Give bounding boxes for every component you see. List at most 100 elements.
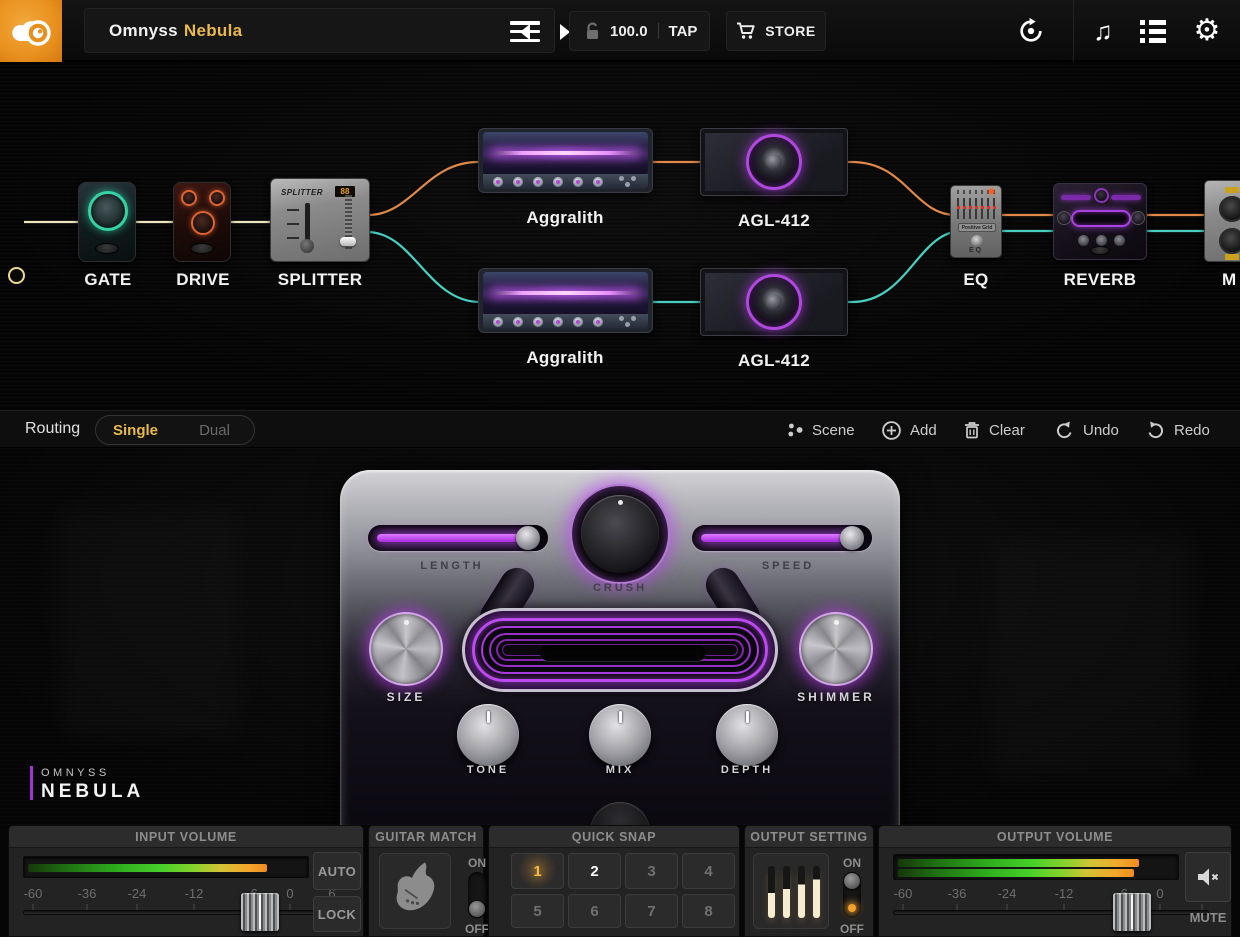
mute-label: MUTE (1190, 910, 1227, 925)
input-volume-slider[interactable] (23, 910, 339, 915)
scale-tick: -24 (128, 886, 147, 901)
output-volume-panel: OUTPUT VOLUME -60 -36 -24 -12 -6 0 6 (878, 825, 1232, 937)
pedal-editor: LENGTH CRUSH SPEED SIZE SH (0, 448, 1240, 825)
history-restore-button[interactable] (1008, 0, 1054, 62)
cloud-logo-icon (10, 13, 52, 49)
snap-button-6[interactable]: 6 (568, 894, 621, 928)
output-level-fill-left (898, 859, 1139, 867)
store-button[interactable]: STORE (726, 11, 826, 51)
preset-title: OmnyssNebula (109, 21, 242, 41)
output-setting-button[interactable] (753, 853, 829, 929)
scene-label: Scene (812, 422, 855, 439)
output-setting-led (848, 904, 856, 912)
add-button[interactable]: Add (882, 411, 937, 449)
signal-chain-canvas[interactable]: GATE DRIVE SPLITTER 88 SPLITTER (0, 62, 1240, 410)
snap-button-4[interactable]: 4 (682, 853, 735, 889)
speed-slider-handle[interactable] (840, 526, 864, 550)
scale-tick: 0 (286, 886, 293, 901)
amp-top[interactable] (478, 128, 653, 193)
clear-label: Clear (989, 422, 1025, 439)
snap-button-5[interactable]: 5 (511, 894, 564, 928)
drive-knob (181, 190, 197, 206)
tone-knob[interactable] (457, 704, 519, 766)
reverb-footswitch (1090, 246, 1110, 255)
guitar-match-button[interactable] (379, 853, 451, 929)
scene-button[interactable]: Scene (788, 411, 855, 449)
output-setting-toggle-knob[interactable] (844, 873, 860, 889)
snap-button-8[interactable]: 8 (682, 894, 735, 928)
guitar-match-toggle-knob[interactable] (469, 901, 485, 917)
auto-button[interactable]: AUTO (313, 852, 361, 890)
splitter-device[interactable]: SPLITTER 88 (270, 178, 370, 262)
gate-footswitch (95, 243, 119, 254)
snap-button-2[interactable]: 2 (568, 853, 621, 889)
output-volume-slider[interactable] (893, 910, 1209, 915)
depth-knob[interactable] (716, 704, 778, 766)
snap-button-7[interactable]: 7 (625, 894, 678, 928)
length-slider-handle[interactable] (516, 526, 540, 550)
tempo-control[interactable]: 100.0 TAP (569, 11, 710, 51)
quick-snap-panel: QUICK SNAP 1 2 3 4 5 6 7 8 (488, 825, 740, 937)
preset-selector[interactable]: OmnyssNebula (84, 8, 555, 53)
routing-label: Routing (25, 420, 80, 438)
undo-button[interactable]: Undo (1055, 411, 1119, 449)
gate-pedal[interactable] (78, 182, 136, 262)
input-volume-panel: INPUT VOLUME -60 -36 -24 -12 -6 0 6 AUTO… (8, 825, 364, 937)
reverb-knob (1094, 188, 1109, 203)
mixer-chip (1225, 187, 1239, 193)
speaker-icon (746, 274, 802, 330)
scale-tick: -36 (78, 886, 97, 901)
app-logo[interactable] (0, 0, 62, 62)
amp-panel (483, 314, 648, 329)
reverb-slider (1061, 195, 1091, 200)
drive-pedal[interactable] (173, 182, 231, 262)
pedal-name: NEBULA (41, 781, 144, 803)
scale-tick: 0 (1156, 886, 1163, 901)
routing-mode-dual[interactable]: Dual (175, 422, 254, 439)
mix-knob[interactable] (589, 704, 651, 766)
output-setting-title: OUTPUT SETTING (745, 826, 873, 848)
shimmer-knob[interactable] (799, 612, 873, 686)
preset-list-button[interactable] (1130, 0, 1176, 62)
size-knob[interactable] (369, 612, 443, 686)
chain-input-jack[interactable] (8, 267, 25, 284)
snap-button-1[interactable]: 1 (511, 853, 564, 889)
quick-snap-title: QUICK SNAP (489, 826, 739, 848)
clear-button[interactable]: Clear (964, 411, 1025, 449)
crush-knob[interactable] (570, 484, 670, 584)
redo-button[interactable]: Redo (1146, 411, 1210, 449)
guitar-match-toggle[interactable] (468, 872, 486, 918)
cab-top[interactable] (700, 128, 848, 196)
display-slot (540, 645, 706, 661)
preset-menu-button[interactable] (510, 21, 540, 42)
guitar-match-off-label: OFF (465, 922, 489, 936)
amp-bottom[interactable] (478, 268, 653, 333)
cab-bottom[interactable] (700, 268, 848, 336)
output-setting-toggle[interactable] (843, 872, 861, 918)
pedal-footswitch[interactable] (590, 802, 650, 825)
snap-button-3[interactable]: 3 (625, 853, 678, 889)
reverb-pedal[interactable] (1053, 183, 1147, 260)
lock-button[interactable]: LOCK (313, 896, 361, 932)
tap-tempo-button[interactable]: TAP (669, 23, 698, 40)
mute-button[interactable] (1185, 852, 1231, 902)
splitter-fader-knob (340, 237, 356, 246)
looper-music-button[interactable]: ♫ (1082, 0, 1124, 62)
output-volume-handle[interactable] (1113, 893, 1151, 931)
splitter-face-text: SPLITTER (281, 188, 323, 197)
eq-pedal[interactable]: Positive Grid EQ (950, 185, 1002, 258)
scene-dots-icon (788, 423, 803, 437)
routing-mode-single[interactable]: Single (96, 422, 175, 439)
cab-bottom-label: AGL-412 (714, 351, 834, 371)
redo-label: Redo (1174, 422, 1210, 439)
bottom-control-bar: INPUT VOLUME -60 -36 -24 -12 -6 0 6 AUTO… (0, 825, 1240, 937)
length-slider[interactable] (368, 525, 548, 551)
output-level-fill-right (898, 869, 1134, 877)
scale-tick: -60 (894, 886, 913, 901)
input-level-fill (28, 864, 267, 872)
reverb-racetrack (1071, 210, 1131, 227)
settings-button[interactable]: ⚙ (1184, 0, 1230, 62)
mixer-device[interactable] (1204, 180, 1240, 262)
speed-slider[interactable] (692, 525, 872, 551)
input-volume-handle[interactable] (241, 893, 279, 931)
